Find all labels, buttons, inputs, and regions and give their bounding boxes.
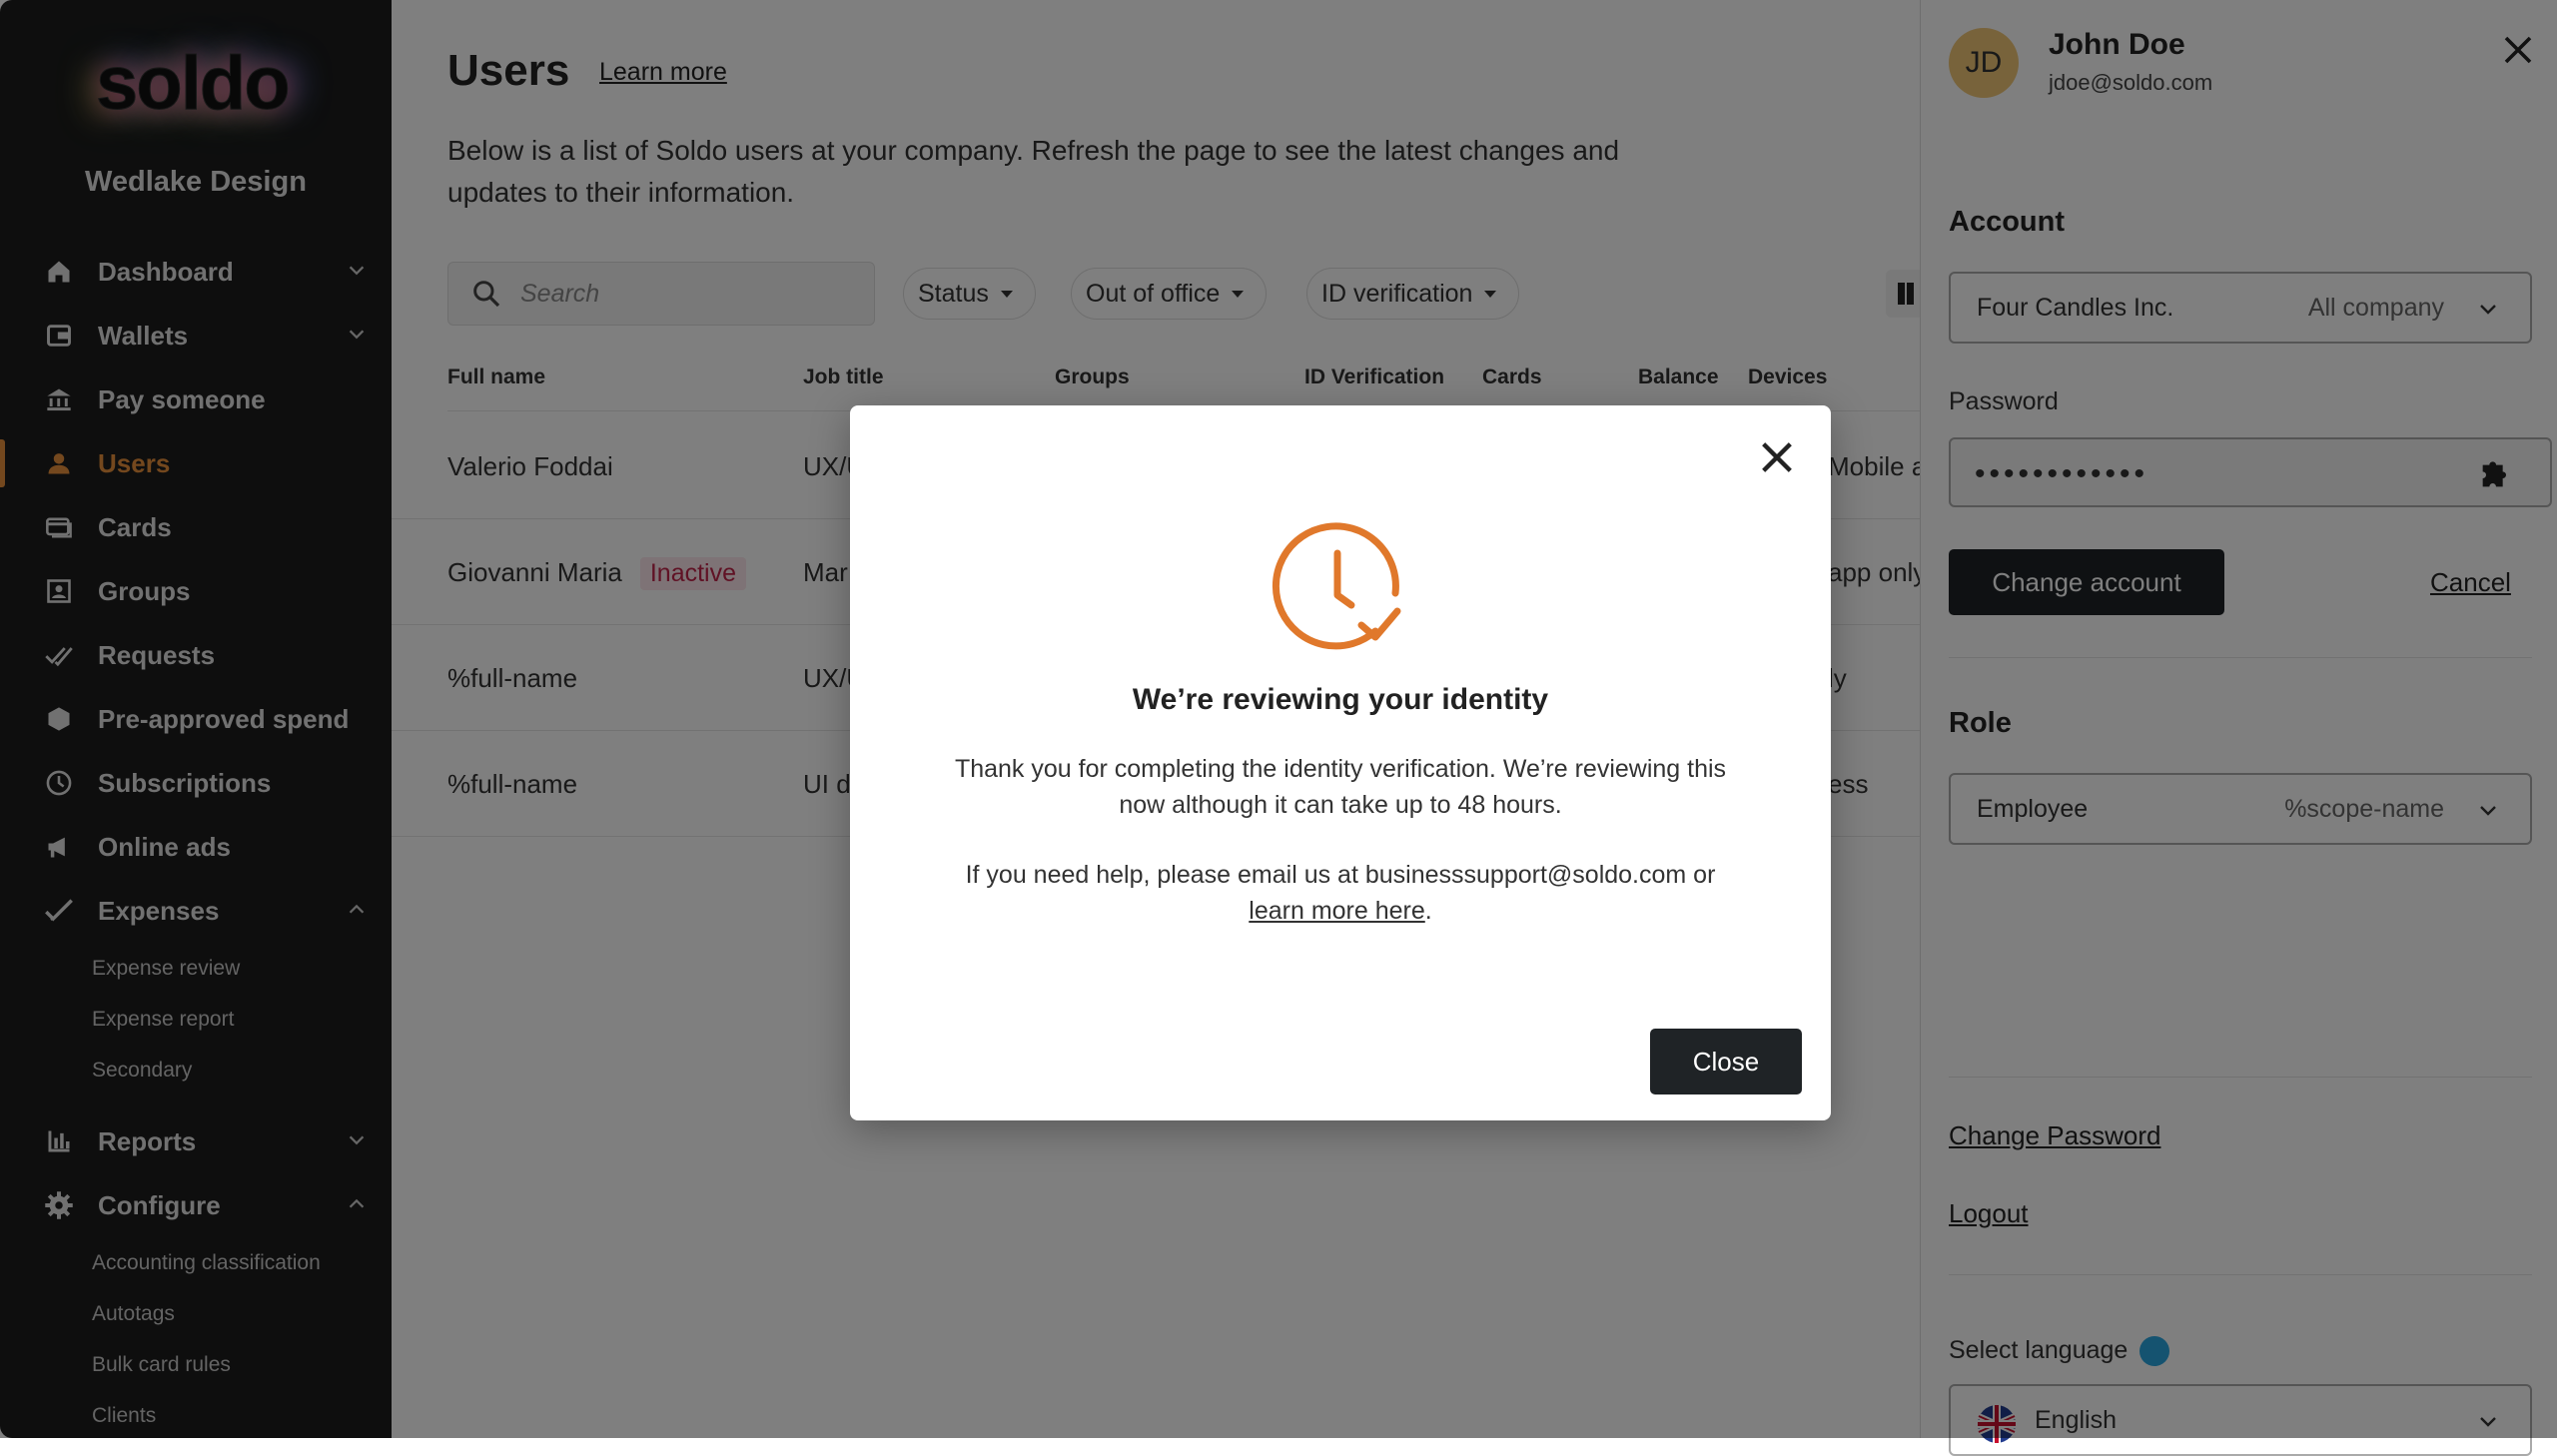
identity-review-modal: We’re reviewing your identity Thank you … [850,405,1831,1120]
app: soldo Wedlake Design Dashboard Wallets P… [0,0,2557,1456]
learn-more-here-link[interactable]: learn more here [1249,897,1424,925]
modal-title: We’re reviewing your identity [1132,683,1549,716]
clock-check-icon [1272,522,1401,650]
close-icon[interactable] [1757,437,1797,477]
close-button[interactable]: Close [1650,1029,1802,1094]
modal-help-text: If you need help, please email us at bus… [940,857,1741,929]
help-text: If you need help, please email us at bus… [965,861,1716,889]
help-text-end: . [1424,897,1432,925]
modal-message: Thank you for completing the identity ve… [954,755,1727,819]
